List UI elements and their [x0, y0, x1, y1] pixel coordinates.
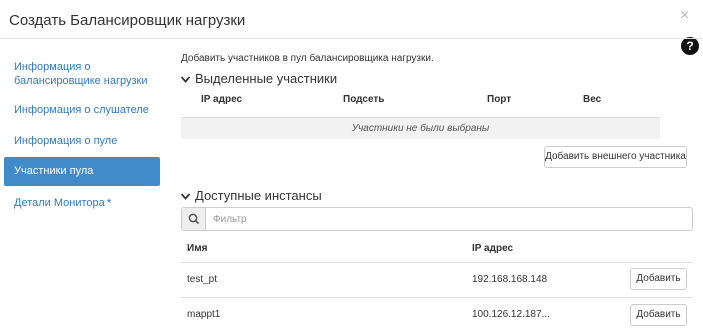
col-instance-ip: IP адрес: [472, 243, 514, 254]
nav-item-monitor-label: Детали Монитора: [14, 197, 105, 209]
instance-name: test_pt: [187, 274, 218, 285]
chevron-down-icon: [180, 75, 191, 86]
col-ip-address: IP адрес: [201, 94, 243, 105]
col-port: Порт: [487, 94, 512, 105]
col-name: Имя: [187, 243, 208, 254]
row-divider: [181, 262, 693, 263]
chevron-down-icon: [180, 192, 191, 203]
row-divider: [181, 297, 693, 298]
nav-item-pool-info[interactable]: Информация о пуле: [4, 134, 160, 148]
filter-input[interactable]: [213, 211, 683, 227]
filter-bar: [181, 207, 693, 231]
required-mark: *: [106, 196, 112, 210]
add-instance-button[interactable]: Добавить: [630, 268, 687, 290]
nav-item-monitor-details[interactable]: Детали Монитора *: [4, 196, 160, 210]
search-icon: [182, 208, 206, 230]
step-description: Добавить участников в пул балансировщика…: [181, 53, 434, 64]
instance-ip: 100.126.12.187...: [472, 309, 550, 320]
question-circle-icon[interactable]: ?: [681, 37, 699, 55]
nav-item-listener-info[interactable]: Информация о слушателе: [4, 103, 160, 117]
instance-ip: 192.168.168.148: [472, 274, 548, 285]
header-divider: [0, 38, 703, 39]
nav-item-pool-members[interactable]: Участники пула: [4, 157, 160, 186]
empty-members-row: Участники не были выбраны: [181, 117, 660, 139]
nav-item-loadbalancer-info[interactable]: Информация о балансировщике нагрузки: [4, 60, 160, 88]
selected-members-title: Выделенные участники: [195, 71, 338, 86]
col-subnet: Подсеть: [343, 94, 385, 105]
modal-title: Создать Балансировщик нагрузки: [9, 12, 246, 29]
selected-members-header[interactable]: Выделенные участники: [180, 71, 338, 86]
available-instances-title: Доступные инстансы: [195, 188, 322, 203]
add-external-member-button[interactable]: Добавить внешнего участника: [544, 146, 687, 168]
add-instance-button[interactable]: Добавить: [630, 304, 687, 326]
close-icon[interactable]: ×: [680, 8, 689, 24]
col-weight: Вес: [583, 94, 602, 105]
instance-name: mappt1: [187, 309, 221, 320]
available-instances-header[interactable]: Доступные инстансы: [180, 188, 322, 203]
